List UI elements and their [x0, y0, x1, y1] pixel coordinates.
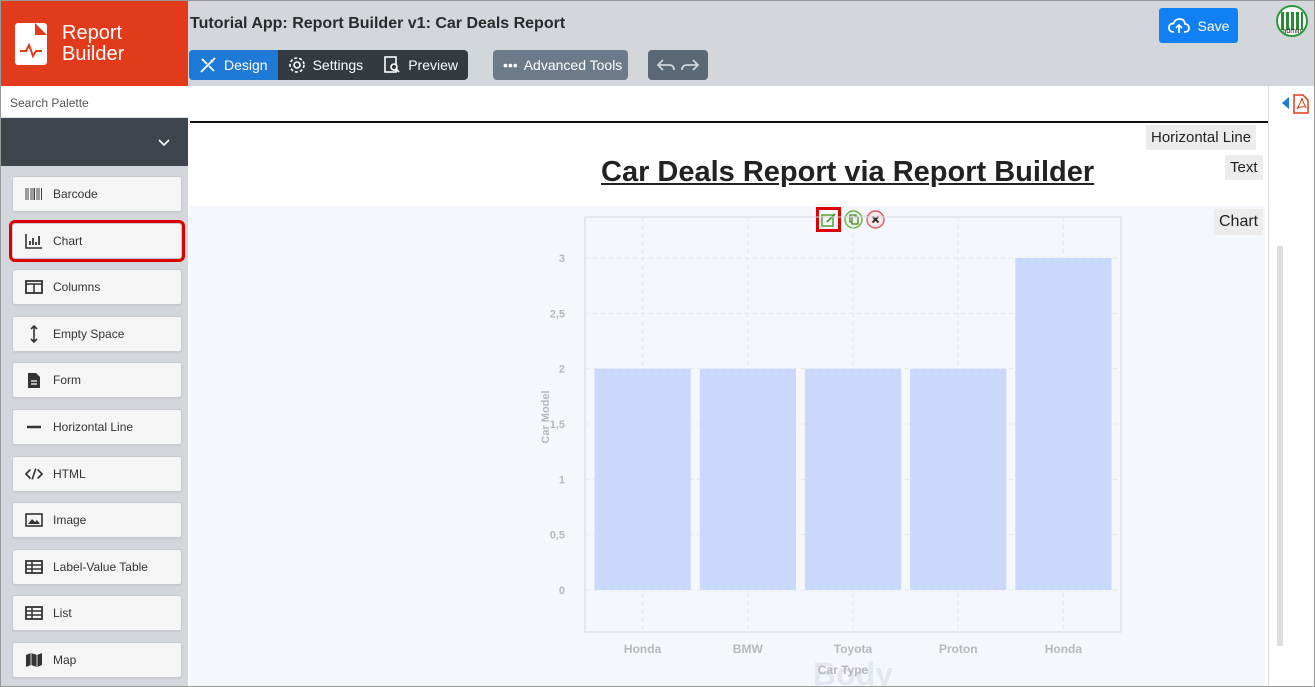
user-avatar[interactable]: admin — [1276, 5, 1308, 37]
image-icon — [25, 511, 43, 529]
palette-item-list[interactable]: List — [12, 595, 182, 632]
redo-icon[interactable] — [680, 57, 700, 73]
tab-settings[interactable]: Settings — [278, 50, 374, 80]
bar-chart: 00,511,522,53Honda BMW Toyota Proton HondaCa… — [540, 216, 1122, 677]
y-axis-label: Car Model — [540, 390, 552, 443]
barcode-icon — [25, 185, 43, 203]
chart-bar — [1015, 258, 1112, 590]
palette-item-image[interactable]: Image — [12, 502, 182, 539]
palette-item-barcode[interactable]: Barcode — [12, 176, 182, 212]
palette-item-label-value-table[interactable]: Label-Value Table — [12, 548, 182, 585]
chart-bar — [804, 368, 902, 590]
tag-horizontal-line: Horizontal Line — [1146, 125, 1257, 150]
x-tick-label: Proton — [939, 642, 978, 656]
palette-item-map[interactable]: Map — [12, 641, 182, 678]
chart-icon — [25, 232, 43, 250]
html-icon — [25, 465, 43, 483]
palette-item-label: Chart — [53, 233, 83, 248]
cloud-upload-icon — [1167, 17, 1190, 33]
right-rail — [1268, 86, 1314, 686]
pdf-icon[interactable] — [1293, 94, 1309, 114]
report-logo-icon — [15, 22, 47, 65]
palette-item-label: HTML — [53, 466, 86, 481]
more-icon: ••• — [503, 57, 518, 73]
avatar-label: admin — [1282, 28, 1302, 35]
collapse-left-icon[interactable] — [1282, 97, 1290, 109]
palette-category-dropdown[interactable] — [1, 118, 188, 166]
palette-item-empty-space[interactable]: Empty Space — [12, 315, 182, 352]
preview-icon — [384, 56, 400, 73]
tab-preview-label: Preview — [408, 57, 458, 73]
design-icon — [200, 57, 216, 73]
horizontal-line-element[interactable] — [190, 121, 1280, 123]
empty-space-icon — [25, 324, 43, 343]
tab-design[interactable]: Design — [189, 50, 278, 80]
list-icon — [25, 604, 43, 622]
palette-item-label: Image — [53, 513, 87, 528]
undo-icon[interactable] — [656, 57, 676, 73]
palette-item-label: Columns — [53, 280, 101, 295]
brand-title: Report Builder — [62, 21, 125, 65]
x-tick-label: Honda — [1045, 642, 1083, 656]
mode-tabs: Design Settings Preview — [189, 50, 468, 80]
columns-icon — [25, 278, 43, 296]
tab-preview[interactable]: Preview — [373, 50, 468, 80]
form-icon — [25, 371, 43, 389]
save-label: Save — [1197, 17, 1230, 34]
gear-icon — [288, 57, 305, 73]
save-button[interactable]: Save — [1159, 8, 1238, 43]
x-axis-label: Car Type — [818, 663, 869, 677]
advanced-tools-button[interactable]: ••• Advanced Tools — [493, 50, 628, 80]
y-tick-label: 2,5 — [550, 308, 565, 320]
map-icon — [25, 651, 43, 669]
palette-item-horizontal-line[interactable]: Horizontal Line — [12, 408, 182, 445]
palette-item-label: Empty Space — [53, 326, 125, 341]
y-tick-label: 0,5 — [550, 530, 565, 542]
horizontal-line-icon — [25, 418, 43, 436]
tab-settings-label: Settings — [312, 57, 364, 73]
tab-design-label: Design — [224, 57, 268, 73]
palette-item-label: Map — [53, 652, 77, 667]
brand-header: Report Builder — [1, 1, 188, 86]
undo-redo-group — [648, 50, 708, 80]
y-tick-label: 3 — [559, 253, 565, 265]
table-icon — [25, 558, 43, 576]
top-bar: Tutorial App: Report Builder v1: Car Dea… — [188, 1, 1314, 86]
palette-item-label: Label-Value Table — [53, 559, 148, 574]
x-tick-label: Honda — [624, 642, 662, 656]
y-tick-label: 2 — [559, 364, 565, 376]
x-tick-label: Toyota — [834, 642, 873, 656]
palette-item-label: Barcode — [53, 187, 98, 201]
tag-chart: Chart — [1214, 209, 1264, 235]
component-palette: Barcode Chart Columns Empty Space Form H… — [1, 166, 188, 686]
advanced-tools-label: Advanced Tools — [523, 57, 623, 73]
palette-item-html[interactable]: HTML — [12, 455, 182, 492]
palette-item-label: Form — [53, 373, 81, 388]
chart-bar — [699, 368, 796, 590]
report-title[interactable]: Car Deals Report via Report Builder — [601, 156, 1094, 189]
chevron-down-icon — [158, 139, 170, 147]
chart-bar — [910, 368, 1007, 590]
palette-item-form[interactable]: Form — [12, 362, 182, 399]
report-canvas: Horizontal Line Text Car Deals Report vi… — [188, 86, 1280, 686]
palette-item-label: List — [53, 606, 72, 621]
palette-item-columns[interactable]: Columns — [12, 269, 182, 306]
y-tick-label: 1 — [559, 474, 565, 486]
app-window: Report Builder Tutorial App: Report Buil… — [0, 0, 1315, 687]
y-tick-label: 0 — [559, 585, 565, 597]
tag-text: Text — [1225, 155, 1263, 180]
x-tick-label: BMW — [733, 642, 764, 656]
chart-bar — [594, 368, 691, 590]
palette-item-chart[interactable]: Chart — [9, 219, 185, 262]
app-title: Tutorial App: Report Builder v1: Car Dea… — [190, 15, 566, 32]
scrollbar[interactable] — [1277, 246, 1283, 646]
palette-item-label: Horizontal Line — [53, 419, 134, 434]
search-palette-input[interactable]: Search Palette — [1, 86, 188, 118]
